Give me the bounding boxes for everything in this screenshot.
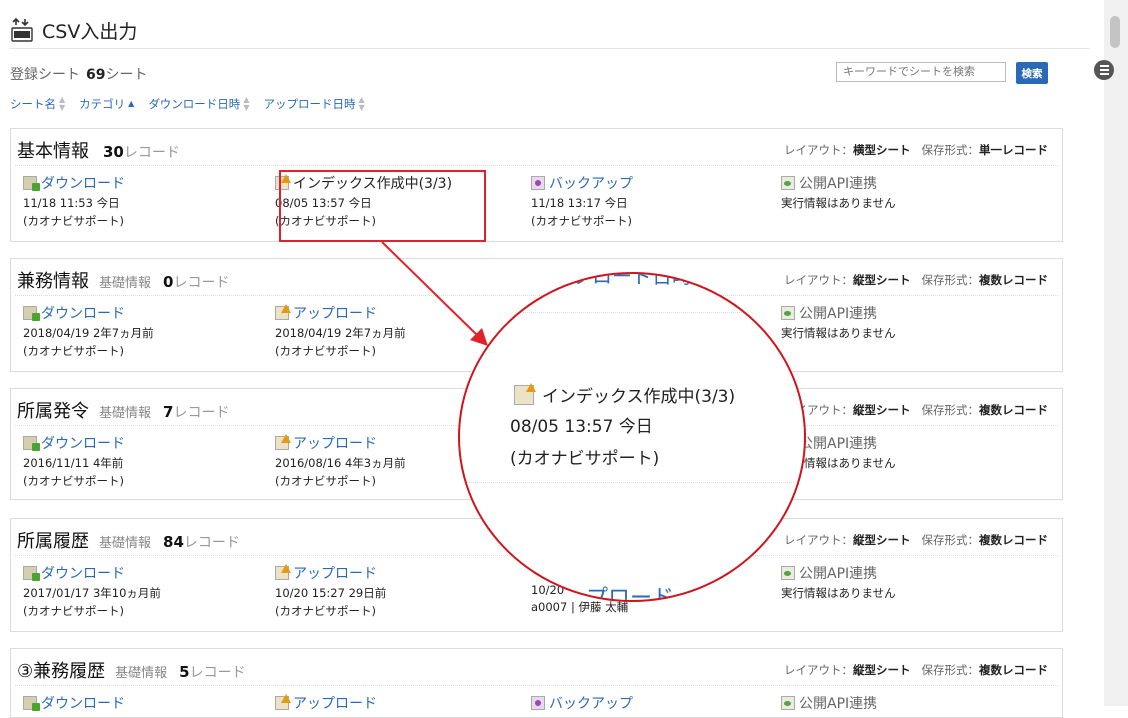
upload-icon xyxy=(514,382,536,405)
zoom-divider xyxy=(460,482,804,483)
scrollbar[interactable] xyxy=(1104,0,1128,706)
menu-icon[interactable] xyxy=(1094,60,1114,80)
zoom-background-text: アップロード xyxy=(542,586,675,602)
zoom-divider xyxy=(460,312,804,313)
zoom-user: (カオナビサポート) xyxy=(510,449,660,469)
main-content: CSV入出力 登録シート 69シート キーワードでシートを検索 検索 シート名 ▲ ▼… xyxy=(0,0,1090,718)
scroll-thumb[interactable] xyxy=(1110,16,1120,48)
zoom-date: 08/05 13:57 今日 xyxy=(510,417,653,437)
zoom-magnifier: プロード日時 インデックス作成中(3/3) 08/05 13:57 今日 (カオ… xyxy=(458,272,806,602)
zoom-background-text: プロード日時 xyxy=(572,272,692,288)
zoom-index-status: インデックス作成中(3/3) xyxy=(514,382,735,407)
